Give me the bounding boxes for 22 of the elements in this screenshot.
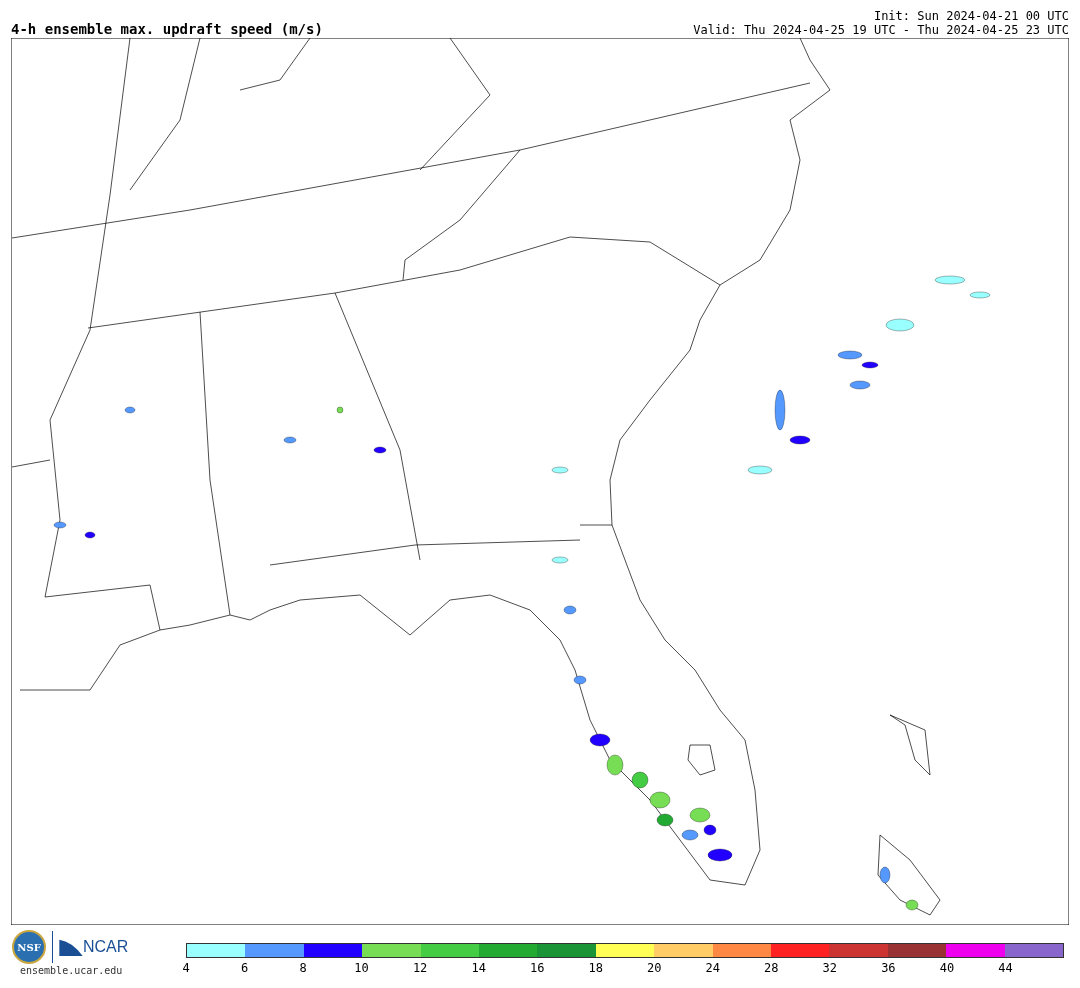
tick-label: 14 <box>471 961 486 975</box>
tick-label: 18 <box>588 961 603 975</box>
init-time: Init: Sun 2024-04-21 00 UTC <box>872 9 1069 23</box>
site-url: ensemble.ucar.edu <box>20 965 124 976</box>
tick-label: 10 <box>354 961 369 975</box>
valid-time: Valid: Thu 2024-04-25 19 UTC - Thu 2024-04-25 23 UTC <box>693 23 1069 37</box>
tick-label: 16 <box>529 961 545 975</box>
tick-label: 24 <box>705 961 720 975</box>
ncar-logo: NCAR <box>83 938 129 956</box>
tick-label: 40 <box>939 961 955 975</box>
tick-label: 44 <box>998 961 1013 975</box>
wave-icon <box>59 938 83 956</box>
tick-label: 36 <box>881 961 896 975</box>
tick-label: 28 <box>764 961 779 975</box>
tick-label: 32 <box>822 961 838 975</box>
plot-title: 4-h ensemble max. updraft speed (m/s) <box>11 21 323 37</box>
tick-label: 6 <box>240 961 249 975</box>
tick-label: 8 <box>299 961 307 975</box>
tick-label: 20 <box>647 961 662 975</box>
nsf-logo: NSF <box>12 930 46 964</box>
tick-label: 4 <box>182 961 190 975</box>
tick-label: 12 <box>412 961 428 975</box>
